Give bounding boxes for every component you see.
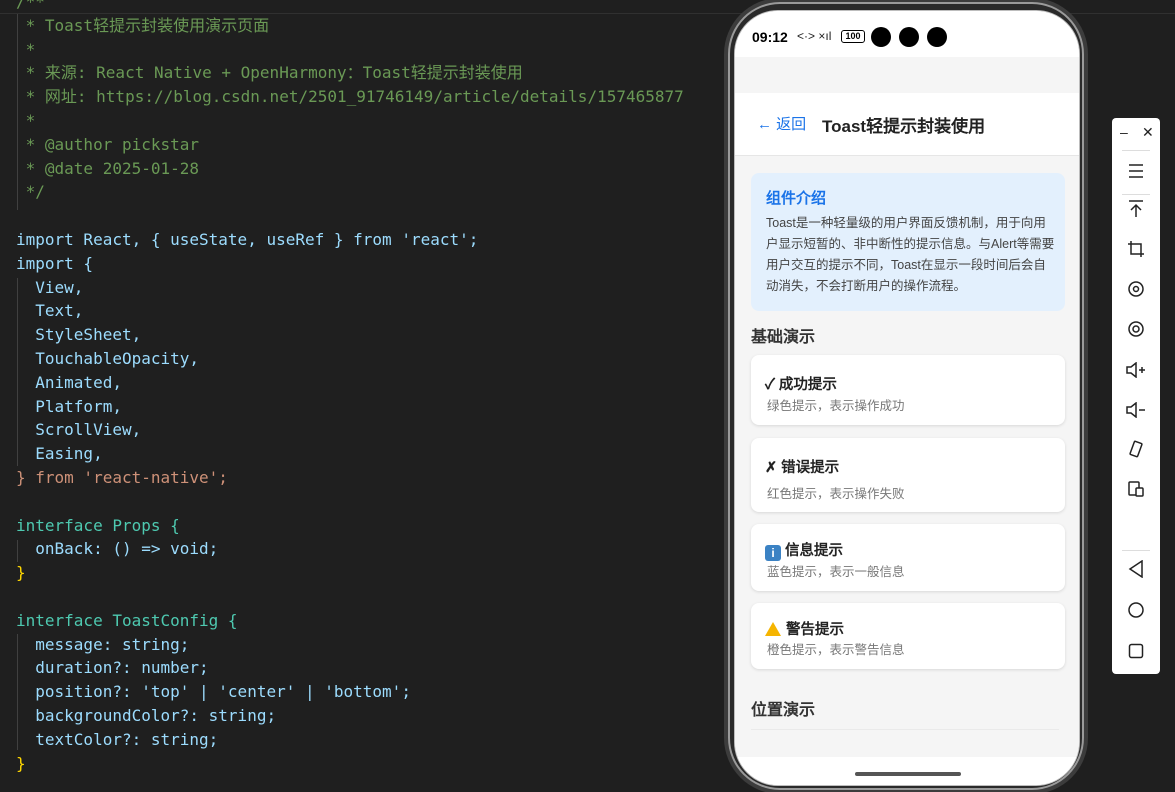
toolbar-divider — [1122, 550, 1150, 551]
card-title-text: 警告提示 — [786, 622, 844, 638]
home-indicator[interactable] — [855, 772, 961, 776]
card-title: 警告提示 — [765, 618, 844, 639]
multi-device-icon[interactable] — [1112, 478, 1160, 506]
back-button[interactable]: ← 返回 — [757, 113, 806, 134]
success-toast-button[interactable]: ✓ 成功提示 绿色提示，表示操作成功 — [751, 355, 1065, 425]
code-line: Easing, — [16, 444, 103, 464]
app-header: ← 返回 Toast轻提示封装使用 — [735, 93, 1079, 156]
section-title-position: 位置演示 — [751, 702, 816, 719]
code-line: Text, — [16, 301, 84, 321]
code-line: */ — [16, 182, 45, 202]
warning-icon — [765, 622, 781, 636]
code-line: Animated, — [16, 372, 122, 392]
code-line: import React, { useState, useRef } from … — [16, 229, 479, 249]
code-line: * @date 2025-01-28 — [16, 158, 200, 178]
camera-dot-icon — [899, 27, 919, 47]
warning-toast-button[interactable]: 警告提示 橙色提示，表示警告信息 — [751, 603, 1065, 669]
card-title: ✗ 错误提示 — [765, 460, 840, 476]
info-icon: i — [765, 545, 781, 561]
page-title: Toast轻提示封装使用 — [822, 117, 986, 136]
card-title-text: 信息提示 — [785, 543, 843, 559]
rotate-icon[interactable] — [1112, 278, 1160, 306]
code-content[interactable]: /** * Toast轻提示封装使用演示页面 * * 来源: React Nat… — [16, 0, 684, 775]
home-nav-icon[interactable] — [1112, 599, 1160, 627]
code-line: backgroundColor?: string; — [16, 705, 277, 725]
menu-icon[interactable] — [1112, 158, 1160, 186]
divider — [751, 729, 1059, 730]
code-line: } — [16, 753, 26, 773]
card-title: ✓ 成功提示 — [765, 377, 837, 393]
code-line: * @author pickstar — [16, 134, 200, 154]
phone-screen[interactable]: 09:12 <·> ×ıl 100 ← 返回 Toast轻提示封装使用 组件介绍… — [734, 10, 1080, 786]
intro-card: 组件介绍 Toast是一种轻量级的用户界面反馈机制，用于向用户显示短暂的、非中断… — [751, 173, 1065, 311]
pin-top-icon[interactable] — [1112, 198, 1160, 226]
phone-emulator: 09:12 <·> ×ıl 100 ← 返回 Toast轻提示封装使用 组件介绍… — [728, 2, 1084, 790]
code-line: ScrollView, — [16, 420, 142, 440]
card-subtitle: 绿色提示，表示操作成功 — [767, 399, 905, 413]
toolbar-divider — [1122, 150, 1150, 151]
code-line: duration?: number; — [16, 658, 209, 678]
emulator-toolbar: ‒ ✕ — [1112, 118, 1160, 674]
volume-down-icon[interactable] — [1112, 398, 1160, 426]
intro-title: 组件介绍 — [766, 190, 827, 207]
intro-text: Toast是一种轻量级的用户界面反馈机制，用于向用户显示短暂的、非中断性的提示信… — [766, 216, 1055, 293]
code-line: * 来源: React Native + OpenHarmony：Toast轻提… — [16, 63, 523, 83]
toolbar-divider — [1122, 194, 1150, 195]
code-line: StyleSheet, — [16, 325, 142, 345]
card-title: i 信息提示 — [765, 539, 843, 561]
error-toast-button[interactable]: ✗ 错误提示 红色提示，表示操作失败 — [751, 438, 1065, 512]
code-line: * Toast轻提示封装使用演示页面 — [16, 15, 270, 35]
card-subtitle: 蓝色提示，表示一般信息 — [767, 565, 905, 579]
back-nav-icon[interactable] — [1112, 558, 1160, 586]
code-line: textColor?: string; — [16, 729, 219, 749]
code-line: * — [16, 110, 36, 130]
code-line: * — [16, 39, 36, 59]
code-line: onBack: () => void; — [16, 539, 219, 559]
code-line: Platform, — [16, 396, 122, 416]
code-line: } from 'react-native'; — [16, 467, 228, 487]
code-line: import { — [16, 253, 94, 273]
volume-up-icon[interactable] — [1112, 358, 1160, 386]
code-line[interactable]: * 网址: https://blog.csdn.net/2501_9174614… — [16, 87, 684, 106]
minimize-button[interactable]: ‒ — [1120, 124, 1128, 140]
info-toast-button[interactable]: i 信息提示 蓝色提示，表示一般信息 — [751, 524, 1065, 591]
battery-icon: 100 — [841, 30, 865, 43]
code-line: message: string; — [16, 634, 190, 654]
crop-icon[interactable] — [1112, 238, 1160, 266]
signal-icon: <·> ×ıl — [797, 29, 832, 43]
section-title-basic: 基础演示 — [751, 329, 816, 346]
screenshot-icon[interactable] — [1112, 318, 1160, 346]
code-line: interface ToastConfig { — [16, 610, 238, 630]
recent-apps-icon[interactable] — [1112, 639, 1160, 667]
close-button[interactable]: ✕ — [1142, 124, 1154, 141]
code-line: TouchableOpacity, — [16, 348, 200, 368]
camera-dot-icon — [871, 27, 891, 47]
code-line: position?: 'top' | 'center' | 'bottom'; — [16, 682, 411, 702]
code-line: interface Props { — [16, 515, 180, 535]
status-bar: 09:12 <·> ×ıl 100 — [735, 11, 1079, 57]
code-line: View, — [16, 277, 84, 297]
camera-dot-icon — [927, 27, 947, 47]
code-line: } — [16, 563, 26, 583]
status-time: 09:12 — [752, 29, 788, 45]
card-subtitle: 橙色提示，表示警告信息 — [767, 643, 905, 657]
rotate-device-icon[interactable] — [1112, 438, 1160, 466]
card-subtitle: 红色提示，表示操作失败 — [767, 487, 905, 501]
code-line: /** — [16, 0, 45, 11]
